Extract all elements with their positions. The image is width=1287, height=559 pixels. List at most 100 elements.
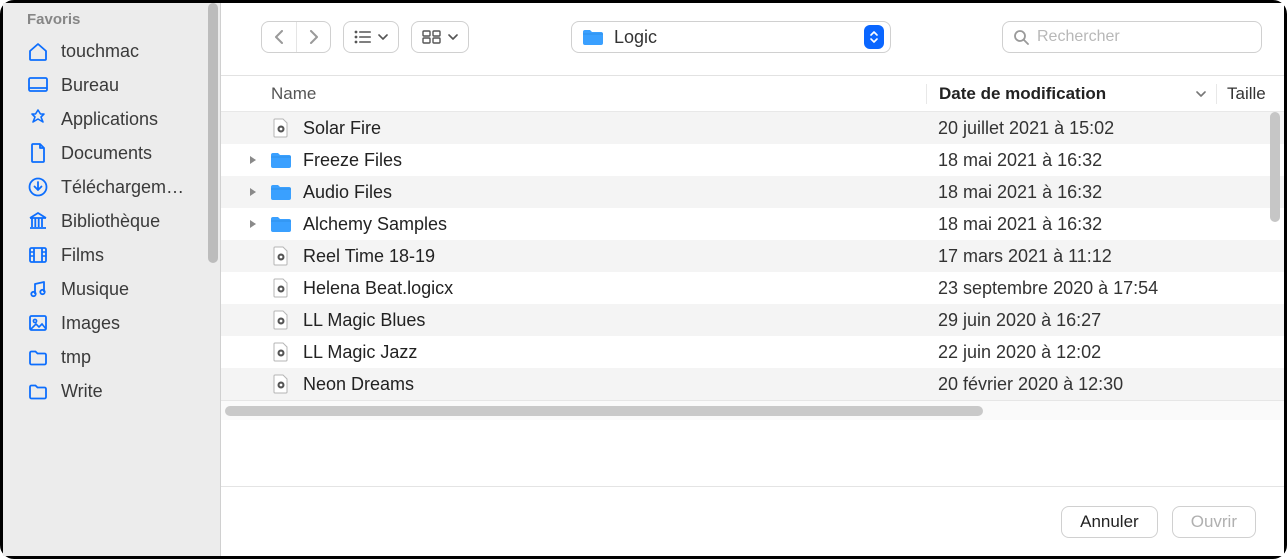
file-row[interactable]: Audio Files18 mai 2021 à 16:32 — [221, 176, 1284, 208]
file-date: 22 juin 2020 à 12:02 — [926, 342, 1216, 363]
sidebar-item-documents[interactable]: Documents — [3, 136, 220, 170]
sidebar-item-label: Téléchargem… — [61, 177, 184, 198]
sidebar-item-label: Documents — [61, 143, 152, 164]
file-name: LL Magic Jazz — [303, 342, 926, 363]
file-row[interactable]: LL Magic Jazz22 juin 2020 à 12:02 — [221, 336, 1284, 368]
view-list-button[interactable] — [343, 21, 399, 53]
forward-button[interactable] — [296, 22, 330, 52]
file-date: 23 septembre 2020 à 17:54 — [926, 278, 1216, 299]
sidebar-item-label: touchmac — [61, 41, 139, 62]
column-headers: Name Date de modification Taille — [221, 76, 1284, 112]
path-label: Logic — [614, 27, 854, 48]
file-date: 29 juin 2020 à 16:27 — [926, 310, 1216, 331]
sidebar-item-label: tmp — [61, 347, 91, 368]
file-date: 20 juillet 2021 à 15:02 — [926, 118, 1216, 139]
chevron-down-icon — [378, 34, 388, 40]
chevron-down-icon — [448, 34, 458, 40]
library-icon — [27, 210, 49, 232]
file-date: 20 février 2020 à 12:30 — [926, 374, 1216, 395]
logic-file-icon — [269, 373, 293, 395]
search-icon — [1013, 29, 1029, 45]
file-name: Audio Files — [303, 182, 926, 203]
file-date: 18 mai 2021 à 16:32 — [926, 150, 1216, 171]
folder-icon — [582, 28, 604, 46]
doc-icon — [27, 142, 49, 164]
folder-icon — [269, 181, 293, 203]
apps-icon — [27, 108, 49, 130]
file-row[interactable]: Reel Time 18-1917 mars 2021 à 11:12 — [221, 240, 1284, 272]
file-name: Freeze Files — [303, 150, 926, 171]
folder-icon — [27, 346, 49, 368]
file-date: 18 mai 2021 à 16:32 — [926, 182, 1216, 203]
sort-descending-icon — [1196, 91, 1206, 97]
sidebar-item-touchmac[interactable]: touchmac — [3, 34, 220, 68]
sidebar: Favoris touchmac Bureau Applications Docume… — [3, 3, 221, 556]
file-name: Alchemy Samples — [303, 214, 926, 235]
desktop-icon — [27, 74, 49, 96]
logic-file-icon — [269, 309, 293, 331]
file-date: 17 mars 2021 à 11:12 — [926, 246, 1216, 267]
file-name: Neon Dreams — [303, 374, 926, 395]
folder-icon — [269, 213, 293, 235]
back-button[interactable] — [262, 22, 296, 52]
column-date[interactable]: Date de modification — [926, 84, 1216, 104]
popup-arrows-icon — [864, 25, 884, 49]
sidebar-item-films[interactable]: Films — [3, 238, 220, 272]
file-name: Reel Time 18-19 — [303, 246, 926, 267]
file-date: 18 mai 2021 à 16:32 — [926, 214, 1216, 235]
sidebar-item-label: Images — [61, 313, 120, 334]
vertical-scrollbar[interactable] — [1270, 112, 1280, 222]
download-icon — [27, 176, 49, 198]
sidebar-item-label: Films — [61, 245, 104, 266]
search-field[interactable] — [1002, 21, 1262, 53]
file-row[interactable]: LL Magic Blues29 juin 2020 à 16:27 — [221, 304, 1284, 336]
sidebar-scrollbar[interactable] — [208, 3, 218, 273]
file-row[interactable]: Neon Dreams20 février 2020 à 12:30 — [221, 368, 1284, 400]
disclosure-triangle-icon[interactable] — [249, 155, 267, 165]
list-view-icon — [354, 30, 372, 44]
file-row[interactable]: Helena Beat.logicx23 septembre 2020 à 17… — [221, 272, 1284, 304]
sidebar-item-t-l-chargem-[interactable]: Téléchargem… — [3, 170, 220, 204]
folder-icon — [269, 149, 293, 171]
file-row[interactable]: Solar Fire20 juillet 2021 à 15:02 — [221, 112, 1284, 144]
sidebar-item-bureau[interactable]: Bureau — [3, 68, 220, 102]
file-name: Solar Fire — [303, 118, 926, 139]
sidebar-item-label: Bibliothèque — [61, 211, 160, 232]
horizontal-scrollbar[interactable] — [221, 400, 1284, 420]
sidebar-item-biblioth-que[interactable]: Bibliothèque — [3, 204, 220, 238]
path-popup[interactable]: Logic — [571, 21, 891, 53]
file-row[interactable]: Alchemy Samples18 mai 2021 à 16:32 — [221, 208, 1284, 240]
file-list: Name Date de modification Taille Solar F… — [221, 75, 1284, 486]
sidebar-item-images[interactable]: Images — [3, 306, 220, 340]
column-name[interactable]: Name — [263, 84, 926, 104]
sidebar-item-label: Write — [61, 381, 103, 402]
sidebar-item-write[interactable]: Write — [3, 374, 220, 408]
sidebar-heading: Favoris — [3, 11, 220, 34]
sidebar-item-label: Applications — [61, 109, 158, 130]
open-dialog: Favoris touchmac Bureau Applications Docume… — [3, 3, 1284, 556]
dialog-footer: Annuler Ouvrir — [221, 486, 1284, 556]
column-size[interactable]: Taille — [1216, 84, 1284, 104]
disclosure-triangle-icon[interactable] — [249, 219, 267, 229]
sidebar-item-label: Bureau — [61, 75, 119, 96]
image-icon — [27, 312, 49, 334]
file-row[interactable]: Freeze Files18 mai 2021 à 16:32 — [221, 144, 1284, 176]
sidebar-item-tmp[interactable]: tmp — [3, 340, 220, 374]
logic-file-icon — [269, 117, 293, 139]
sidebar-item-musique[interactable]: Musique — [3, 272, 220, 306]
disclosure-triangle-icon[interactable] — [249, 187, 267, 197]
open-button[interactable]: Ouvrir — [1172, 506, 1256, 538]
logic-file-icon — [269, 277, 293, 299]
search-input[interactable] — [1037, 28, 1251, 46]
folder-icon — [27, 380, 49, 402]
main-panel: Logic Name Date de modification — [221, 3, 1284, 556]
group-icon — [422, 30, 442, 44]
nav-history — [261, 21, 331, 53]
cancel-button[interactable]: Annuler — [1061, 506, 1158, 538]
toolbar: Logic — [221, 3, 1284, 65]
group-button[interactable] — [411, 21, 469, 53]
sidebar-item-applications[interactable]: Applications — [3, 102, 220, 136]
music-icon — [27, 278, 49, 300]
logic-file-icon — [269, 341, 293, 363]
sidebar-item-label: Musique — [61, 279, 129, 300]
